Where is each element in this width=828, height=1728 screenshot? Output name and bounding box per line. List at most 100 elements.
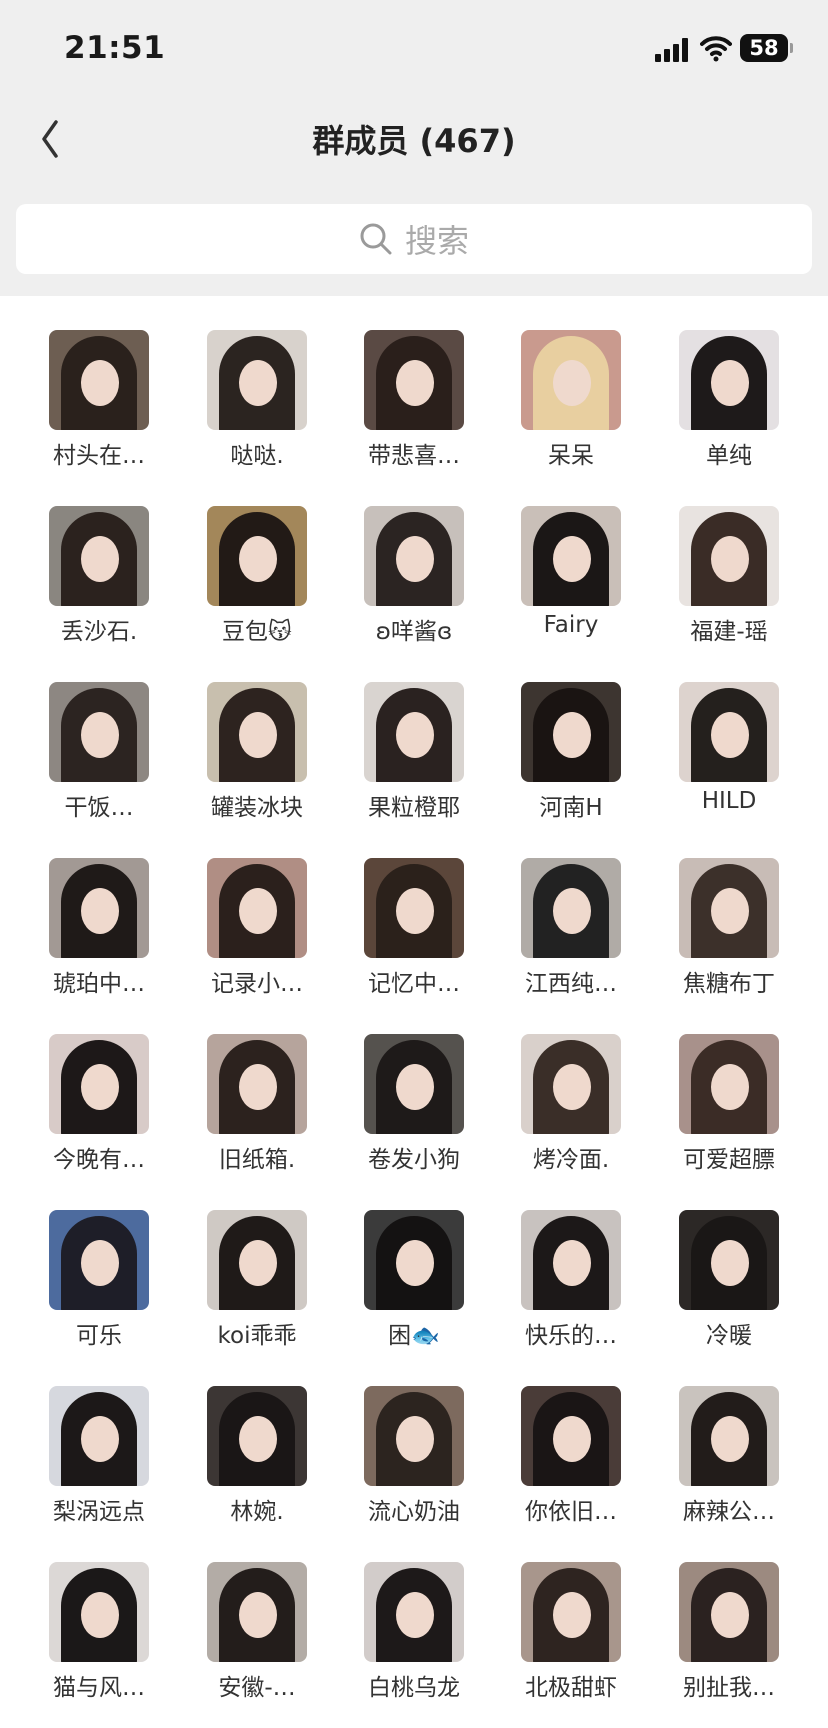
member-avatar[interactable]: [679, 1210, 779, 1310]
search-placeholder: 搜索: [404, 222, 469, 260]
member-name: 单纯: [706, 443, 752, 469]
member-name: 林婉.: [230, 1499, 284, 1525]
avatar-face: [711, 536, 749, 582]
avatar-face: [396, 360, 434, 406]
member-avatar[interactable]: [207, 682, 307, 782]
member-avatar[interactable]: [49, 1034, 149, 1134]
member-item[interactable]: 今晚有…: [20, 1014, 178, 1174]
member-avatar[interactable]: [207, 1562, 307, 1662]
member-avatar[interactable]: [49, 506, 149, 606]
page-title: 群成员 (467): [312, 122, 516, 160]
member-item[interactable]: 你依旧…: [492, 1366, 650, 1526]
member-avatar[interactable]: [207, 506, 307, 606]
member-item[interactable]: 记录小…: [178, 838, 336, 998]
member-item[interactable]: HILD: [650, 662, 808, 822]
member-avatar[interactable]: [49, 1386, 149, 1486]
member-item[interactable]: 带悲喜…: [335, 310, 493, 470]
avatar-face: [239, 536, 277, 582]
avatar-face: [239, 888, 277, 934]
member-item[interactable]: 罐装冰块: [178, 662, 336, 822]
member-avatar[interactable]: [364, 1562, 464, 1662]
member-avatar[interactable]: [364, 858, 464, 958]
member-item[interactable]: 单纯: [650, 310, 808, 470]
member-avatar[interactable]: [49, 682, 149, 782]
member-name: 猫与风…: [53, 1675, 145, 1701]
member-name: 江西纯…: [525, 971, 617, 997]
member-avatar[interactable]: [521, 1386, 621, 1486]
member-item[interactable]: 记忆中…: [335, 838, 493, 998]
member-avatar[interactable]: [49, 858, 149, 958]
member-avatar[interactable]: [364, 506, 464, 606]
member-item[interactable]: 村头在…: [20, 310, 178, 470]
member-item[interactable]: 焦糖布丁: [650, 838, 808, 998]
member-avatar[interactable]: [207, 858, 307, 958]
avatar-face: [239, 1240, 277, 1286]
member-avatar[interactable]: [364, 1386, 464, 1486]
member-item[interactable]: 北极甜虾: [492, 1542, 650, 1702]
member-avatar[interactable]: [49, 330, 149, 430]
member-item[interactable]: 猫与风…: [20, 1542, 178, 1702]
member-avatar[interactable]: [521, 858, 621, 958]
member-item[interactable]: 麻辣公…: [650, 1366, 808, 1526]
member-avatar[interactable]: [679, 682, 779, 782]
member-avatar[interactable]: [364, 1210, 464, 1310]
member-item[interactable]: koi乖乖: [178, 1190, 336, 1350]
member-avatar[interactable]: [364, 682, 464, 782]
member-item[interactable]: 可爱超膘: [650, 1014, 808, 1174]
member-avatar[interactable]: [679, 506, 779, 606]
member-item[interactable]: 福建-瑶: [650, 486, 808, 646]
avatar-face: [553, 888, 591, 934]
member-item[interactable]: 安徽-…: [178, 1542, 336, 1702]
member-avatar[interactable]: [679, 1386, 779, 1486]
member-avatar[interactable]: [679, 858, 779, 958]
member-item[interactable]: 哒哒.: [178, 310, 336, 470]
member-avatar[interactable]: [679, 330, 779, 430]
member-avatar[interactable]: [521, 682, 621, 782]
member-item[interactable]: Fairy: [492, 486, 650, 646]
member-item[interactable]: 旧纸箱.: [178, 1014, 336, 1174]
member-item[interactable]: 快乐的…: [492, 1190, 650, 1350]
member-avatar[interactable]: [207, 1210, 307, 1310]
member-avatar[interactable]: [521, 1034, 621, 1134]
member-item[interactable]: 河南H: [492, 662, 650, 822]
member-avatar[interactable]: [207, 330, 307, 430]
member-avatar[interactable]: [49, 1210, 149, 1310]
member-item[interactable]: 干饭…: [20, 662, 178, 822]
avatar-face: [711, 888, 749, 934]
member-item[interactable]: 卷发小狗: [335, 1014, 493, 1174]
avatar-face: [711, 1592, 749, 1638]
member-item[interactable]: 别扯我…: [650, 1542, 808, 1702]
member-item[interactable]: 流心奶油: [335, 1366, 493, 1526]
avatar-face: [396, 536, 434, 582]
member-avatar[interactable]: [521, 330, 621, 430]
member-avatar[interactable]: [364, 330, 464, 430]
member-item[interactable]: 冷暖: [650, 1190, 808, 1350]
member-avatar[interactable]: [207, 1034, 307, 1134]
member-avatar[interactable]: [521, 506, 621, 606]
member-item[interactable]: ʚ咩酱ɞ: [335, 486, 493, 646]
member-item[interactable]: 果粒橙耶: [335, 662, 493, 822]
member-avatar[interactable]: [521, 1210, 621, 1310]
member-item[interactable]: 林婉.: [178, 1366, 336, 1526]
member-avatar[interactable]: [679, 1034, 779, 1134]
member-avatar[interactable]: [49, 1562, 149, 1662]
member-avatar[interactable]: [207, 1386, 307, 1486]
member-item[interactable]: 困🐟: [335, 1190, 493, 1350]
search-input[interactable]: 搜索: [16, 204, 812, 274]
member-item[interactable]: 琥珀中…: [20, 838, 178, 998]
member-name: 旧纸箱.: [218, 1147, 296, 1173]
member-avatar[interactable]: [364, 1034, 464, 1134]
member-item[interactable]: 丢沙石.: [20, 486, 178, 646]
member-item[interactable]: 梨涡远点: [20, 1366, 178, 1526]
member-avatar[interactable]: [679, 1562, 779, 1662]
member-item[interactable]: 白桃乌龙: [335, 1542, 493, 1702]
member-item[interactable]: 可乐: [20, 1190, 178, 1350]
member-name: 快乐的…: [525, 1323, 617, 1349]
member-item[interactable]: 江西纯…: [492, 838, 650, 998]
avatar-face: [553, 1416, 591, 1462]
member-item[interactable]: 豆包😽: [178, 486, 336, 646]
member-avatar[interactable]: [521, 1562, 621, 1662]
member-item[interactable]: 呆呆: [492, 310, 650, 470]
member-name: 豆包😽: [222, 619, 292, 645]
member-item[interactable]: 烤冷面.: [492, 1014, 650, 1174]
